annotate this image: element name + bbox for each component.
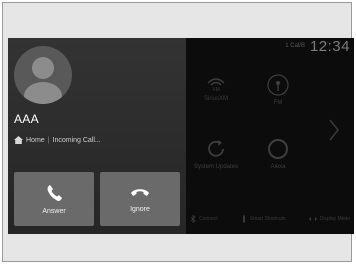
siriusxm-icon: XM bbox=[207, 78, 225, 92]
status-separator: | bbox=[47, 136, 50, 144]
alexa-icon bbox=[268, 139, 288, 159]
display-mode-icon bbox=[308, 217, 317, 221]
app-label: Alexa bbox=[270, 164, 286, 170]
app-tile-system-updates[interactable]: System Updates bbox=[186, 138, 246, 171]
fm-antenna-icon bbox=[267, 74, 289, 96]
caller-name: AAA bbox=[14, 112, 39, 126]
app-label: System Updates bbox=[193, 164, 239, 170]
home-screen-panel: 1 Cal/B 12:34 XM SiriusXM FM System Upda… bbox=[186, 38, 354, 234]
ignore-button[interactable]: Ignore bbox=[100, 172, 180, 226]
call-status-line: Home | Incoming Call... bbox=[14, 136, 101, 144]
bottom-bar: Connect Smart Shortcuts Display Mode bbox=[186, 210, 354, 228]
bluetooth-icon bbox=[190, 215, 196, 223]
call-source-label: Home bbox=[26, 136, 45, 144]
status-bar: 1 Cal/B 12:34 bbox=[186, 37, 354, 55]
svg-text:XM: XM bbox=[212, 87, 220, 92]
display-mode-button[interactable]: Display Mode bbox=[308, 216, 350, 222]
smart-shortcuts-label: Smart Shortcuts bbox=[249, 216, 286, 222]
call-state-label: Incoming Call... bbox=[52, 136, 101, 144]
home-icon bbox=[14, 136, 23, 144]
app-tile-fm[interactable]: FM bbox=[248, 74, 308, 107]
phone-answer-icon bbox=[47, 184, 62, 201]
ignore-label: Ignore bbox=[130, 205, 150, 213]
phone-hangup-icon bbox=[131, 188, 149, 196]
app-label: FM bbox=[273, 100, 283, 106]
app-tile-alexa[interactable]: Alexa bbox=[248, 138, 308, 171]
answer-button[interactable]: Answer bbox=[14, 172, 94, 226]
infotainment-screen: AAA Home | Incoming Call... Answer Ignor… bbox=[8, 38, 354, 234]
status-indicator-text: 1 Cal/B bbox=[285, 43, 305, 49]
app-tile-siriusxm[interactable]: XM SiriusXM bbox=[186, 74, 246, 103]
clock: 12:34 bbox=[309, 37, 350, 55]
app-label: SiriusXM bbox=[203, 96, 228, 102]
shortcut-icon bbox=[242, 215, 245, 223]
connect-button[interactable]: Connect bbox=[190, 215, 218, 223]
connect-label: Connect bbox=[199, 216, 218, 222]
smart-shortcuts-button[interactable]: Smart Shortcuts bbox=[241, 215, 286, 223]
incoming-call-panel: AAA Home | Incoming Call... Answer Ignor… bbox=[8, 38, 186, 234]
person-silhouette-icon bbox=[24, 57, 62, 104]
caller-avatar bbox=[14, 46, 72, 104]
refresh-icon bbox=[208, 140, 224, 157]
display-mode-label: Display Mode bbox=[319, 216, 350, 222]
chevron-right-icon[interactable] bbox=[328, 118, 340, 142]
answer-label: Answer bbox=[42, 207, 66, 215]
